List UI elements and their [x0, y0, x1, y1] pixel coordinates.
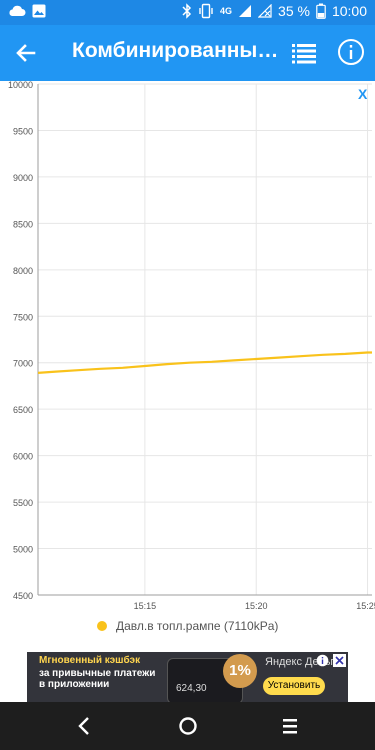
x-tick-label: 15:20 — [245, 601, 268, 611]
image-notification-icon — [32, 4, 46, 18]
signal-icon — [239, 5, 252, 17]
y-tick-label: 6500 — [13, 405, 33, 415]
y-tick-label: 6000 — [13, 452, 33, 462]
ad-brand: Яндекс Деньги — [265, 656, 341, 668]
app-bar: Комбинированный ... — [0, 25, 375, 81]
y-tick-label: 9000 — [13, 173, 33, 183]
info-icon[interactable] — [337, 38, 365, 66]
network-type-label: 4G — [220, 6, 233, 16]
legend-color-dot — [96, 621, 107, 631]
y-tick-label: 5000 — [13, 545, 33, 555]
x-tick-label: 15:25 — [356, 601, 375, 611]
status-bar: 4G 35 % 10:00 — [0, 0, 375, 25]
chart-legend: Давл.в топл.рампе (7110kPa) — [0, 619, 375, 633]
system-nav-bar — [0, 702, 375, 750]
ad-install-button[interactable]: Установить — [263, 677, 325, 695]
cloud-icon — [9, 5, 26, 16]
y-tick-label: 7000 — [13, 359, 33, 369]
ad-text-line-3: в приложении — [39, 679, 110, 690]
battery-percent: 35 % — [278, 3, 310, 19]
y-tick-label: 8500 — [13, 219, 33, 229]
no-signal-icon — [258, 4, 272, 18]
vibrate-icon — [199, 3, 213, 19]
clock: 10:00 — [331, 3, 367, 19]
ad-banner[interactable]: Мгновенный кэшбэк за привычные платежи в… — [27, 652, 348, 702]
x-tick-label: 15:15 — [134, 601, 157, 611]
y-tick-label: 8000 — [13, 266, 33, 276]
ad-cashback-badge: 1% — [223, 654, 257, 688]
bluetooth-icon — [182, 3, 192, 19]
battery-icon — [316, 3, 326, 19]
nav-back-icon[interactable] — [73, 714, 97, 738]
y-tick-label: 7500 — [13, 312, 33, 322]
legend-label: Давл.в топл.рампе (7110kPa) — [115, 619, 279, 633]
nav-menu-icon[interactable] — [278, 714, 302, 738]
ad-headline: Мгновенный кэшбэк — [39, 655, 141, 666]
y-tick-label: 9500 — [13, 126, 33, 136]
list-icon[interactable] — [290, 39, 318, 67]
ad-close-icon[interactable] — [333, 654, 346, 667]
y-tick-label: 10000 — [8, 81, 33, 90]
page-title: Комбинированный ... — [72, 39, 282, 62]
ad-info-icon[interactable] — [316, 654, 329, 667]
status-right-icons: 4G 35 % 10:00 — [182, 3, 367, 19]
y-tick-label: 5500 — [13, 498, 33, 508]
ad-text-line-2: за привычные платежи — [39, 668, 156, 679]
nav-home-icon[interactable] — [176, 714, 200, 738]
y-tick-label: 4500 — [13, 591, 33, 601]
back-arrow-icon[interactable] — [12, 39, 40, 67]
line-chart[interactable]: 4500 5000 5500 6000 6500 7000 7500 8000 8500 9000… — [0, 81, 375, 648]
ad-amount: 624,30 — [176, 683, 207, 694]
status-left-icons — [8, 4, 46, 18]
chart-close-button[interactable]: X — [358, 86, 367, 102]
